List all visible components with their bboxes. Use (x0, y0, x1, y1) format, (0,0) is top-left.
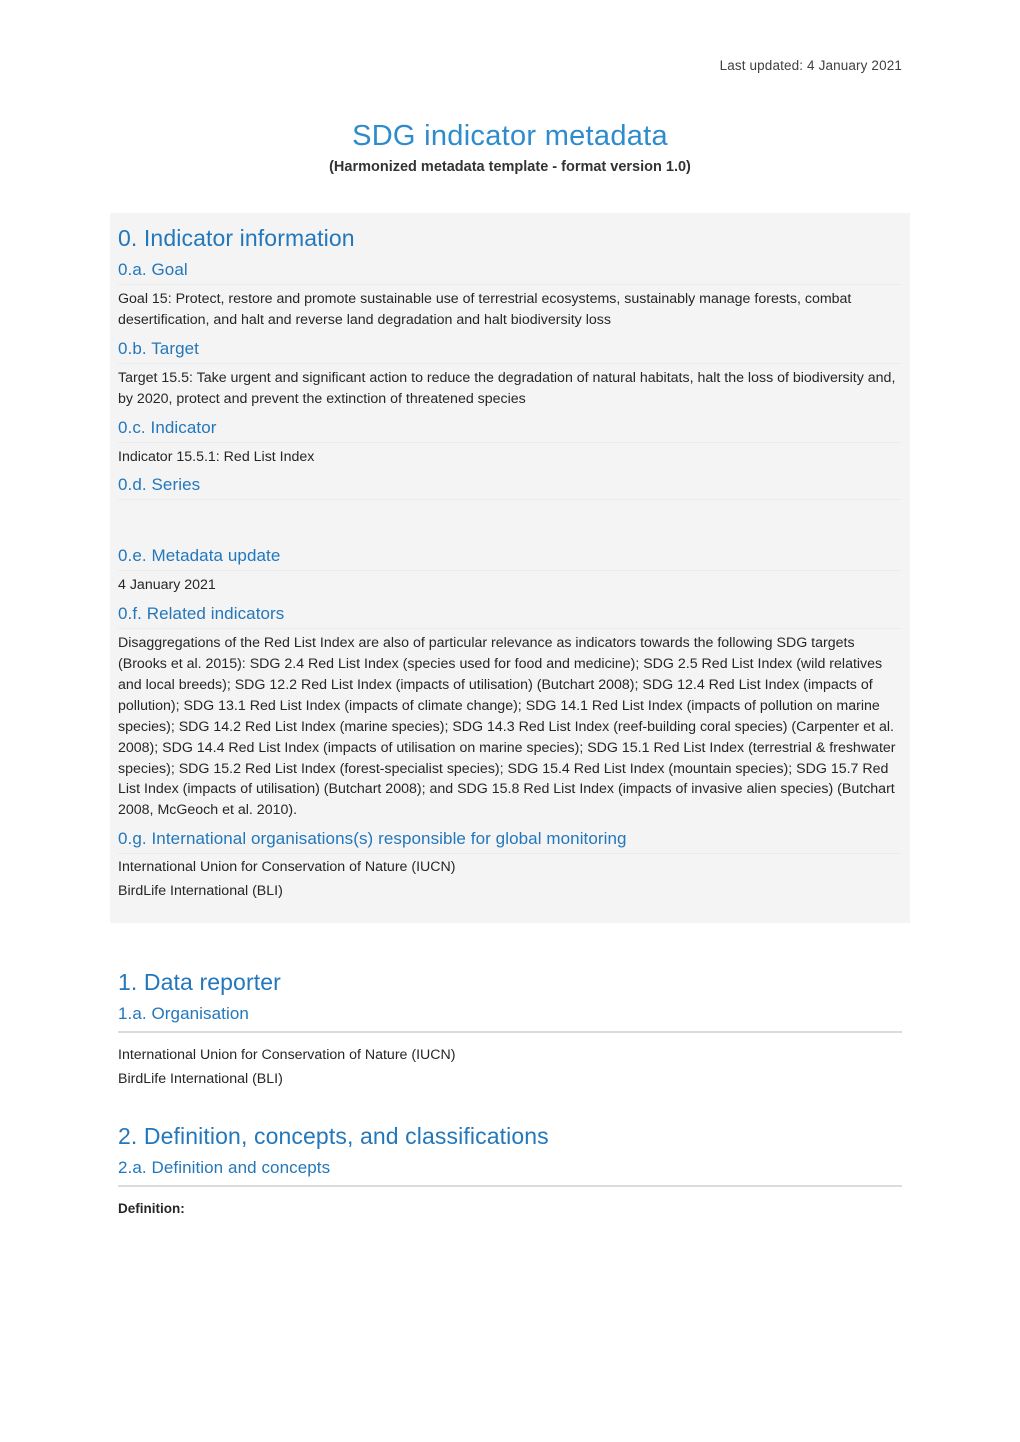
subsection-heading-0c: 0.c. Indicator (118, 418, 902, 443)
document-subtitle: (Harmonized metadata template - format v… (329, 159, 691, 175)
subsection-body-0g-line1: International Union for Conservation of … (118, 859, 456, 876)
document-content: 0. Indicator information 0.a. Goal Goal … (110, 213, 910, 1222)
section-definition-concepts-classifications: 2. Definition, concepts, and classificat… (118, 1123, 902, 1219)
subsection-body-1a-line2: BirdLife International (BLI) (118, 1070, 283, 1087)
section-heading-1: 1. Data reporter (118, 968, 281, 995)
section-gap-1 (118, 923, 902, 965)
section-data-reporter: 1. Data reporter 1.a. Organisation Inter… (118, 969, 902, 1090)
subsection-body-0g-line2: BirdLife International (BLI) (118, 883, 283, 899)
subsection-body-0e: 4 January 2021 (118, 577, 216, 594)
section-indicator-information: 0. Indicator information 0.a. Goal Goal … (110, 213, 910, 923)
subsection-heading-1a: 1.a. Organisation (118, 1004, 902, 1033)
subsection-heading-0b: 0.b. Target (118, 339, 902, 364)
subsection-body-0a: Goal 15: Protect, restore and promote su… (118, 291, 852, 328)
subsection-heading-0a: 0.a. Goal (118, 260, 902, 285)
section-gap-2 (118, 1093, 902, 1119)
section-heading-0: 0. Indicator information (118, 225, 355, 251)
subsection-heading-0e: 0.e. Metadata update (118, 546, 902, 572)
subsection-heading-2a: 2.a. Definition and concepts (118, 1158, 902, 1187)
document-title: SDG indicator metadata (352, 120, 668, 152)
subsection-heading-0f: 0.f. Related indicators (118, 604, 902, 630)
subsection-body-2a: Definition: (118, 1200, 185, 1216)
last-updated-text: Last updated: 4 January 2021 (719, 58, 902, 73)
subsection-body-1a-line1: International Union for Conservation of … (118, 1046, 456, 1063)
subsection-body-0c: Indicator 15.5.1: Red List Index (118, 448, 315, 465)
subsection-body-0b: Target 15.5: Take urgent and significant… (118, 369, 896, 407)
section-heading-2: 2. Definition, concepts, and classificat… (118, 1122, 549, 1149)
document-page: Last updated: 4 January 2021 SDG indicat… (0, 0, 1020, 1442)
subsection-heading-0g: 0.g. International organisations(s) resp… (118, 829, 902, 855)
subsection-body-0f: Disaggregations of the Red List Index ar… (118, 635, 896, 819)
empty-series-spacer (118, 504, 902, 538)
subsection-heading-0d: 0.d. Series (118, 475, 902, 501)
